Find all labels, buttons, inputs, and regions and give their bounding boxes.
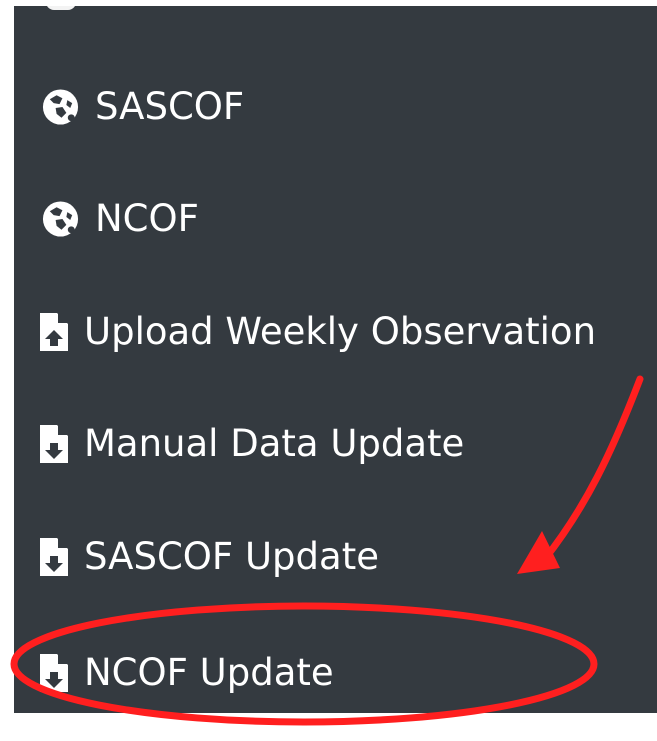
globe-icon bbox=[42, 201, 79, 237]
sidebar-item-label: Manual Data Update bbox=[84, 421, 465, 465]
sidebar-item-label: SASCOF Update bbox=[84, 534, 379, 578]
partial-icon-top bbox=[46, 6, 76, 10]
sidebar-item-label: NCOF Update bbox=[84, 650, 334, 694]
file-download-icon bbox=[40, 425, 68, 463]
file-upload-icon bbox=[40, 313, 68, 351]
sidebar-item-ncof[interactable]: NCOF bbox=[14, 184, 657, 254]
sidebar-item-upload-weekly-observation[interactable]: Upload Weekly Observation bbox=[14, 297, 657, 367]
sidebar: SASCOF NCOF Upload Weekly Observation Ma… bbox=[14, 6, 657, 713]
sidebar-item-label: Upload Weekly Observation bbox=[84, 309, 597, 353]
sidebar-item-label: NCOF bbox=[95, 196, 199, 240]
sidebar-item-sascof[interactable]: SASCOF bbox=[14, 72, 657, 142]
sidebar-item-manual-data-update[interactable]: Manual Data Update bbox=[14, 409, 657, 479]
sidebar-item-sascof-update[interactable]: SASCOF Update bbox=[14, 522, 657, 592]
screenshot-frame: SASCOF NCOF Upload Weekly Observation Ma… bbox=[0, 0, 657, 741]
file-download-icon bbox=[40, 654, 68, 692]
sidebar-item-ncof-update[interactable]: NCOF Update bbox=[14, 638, 657, 708]
globe-icon bbox=[42, 89, 79, 125]
sidebar-item-label: SASCOF bbox=[95, 84, 245, 128]
file-download-icon bbox=[40, 538, 68, 576]
